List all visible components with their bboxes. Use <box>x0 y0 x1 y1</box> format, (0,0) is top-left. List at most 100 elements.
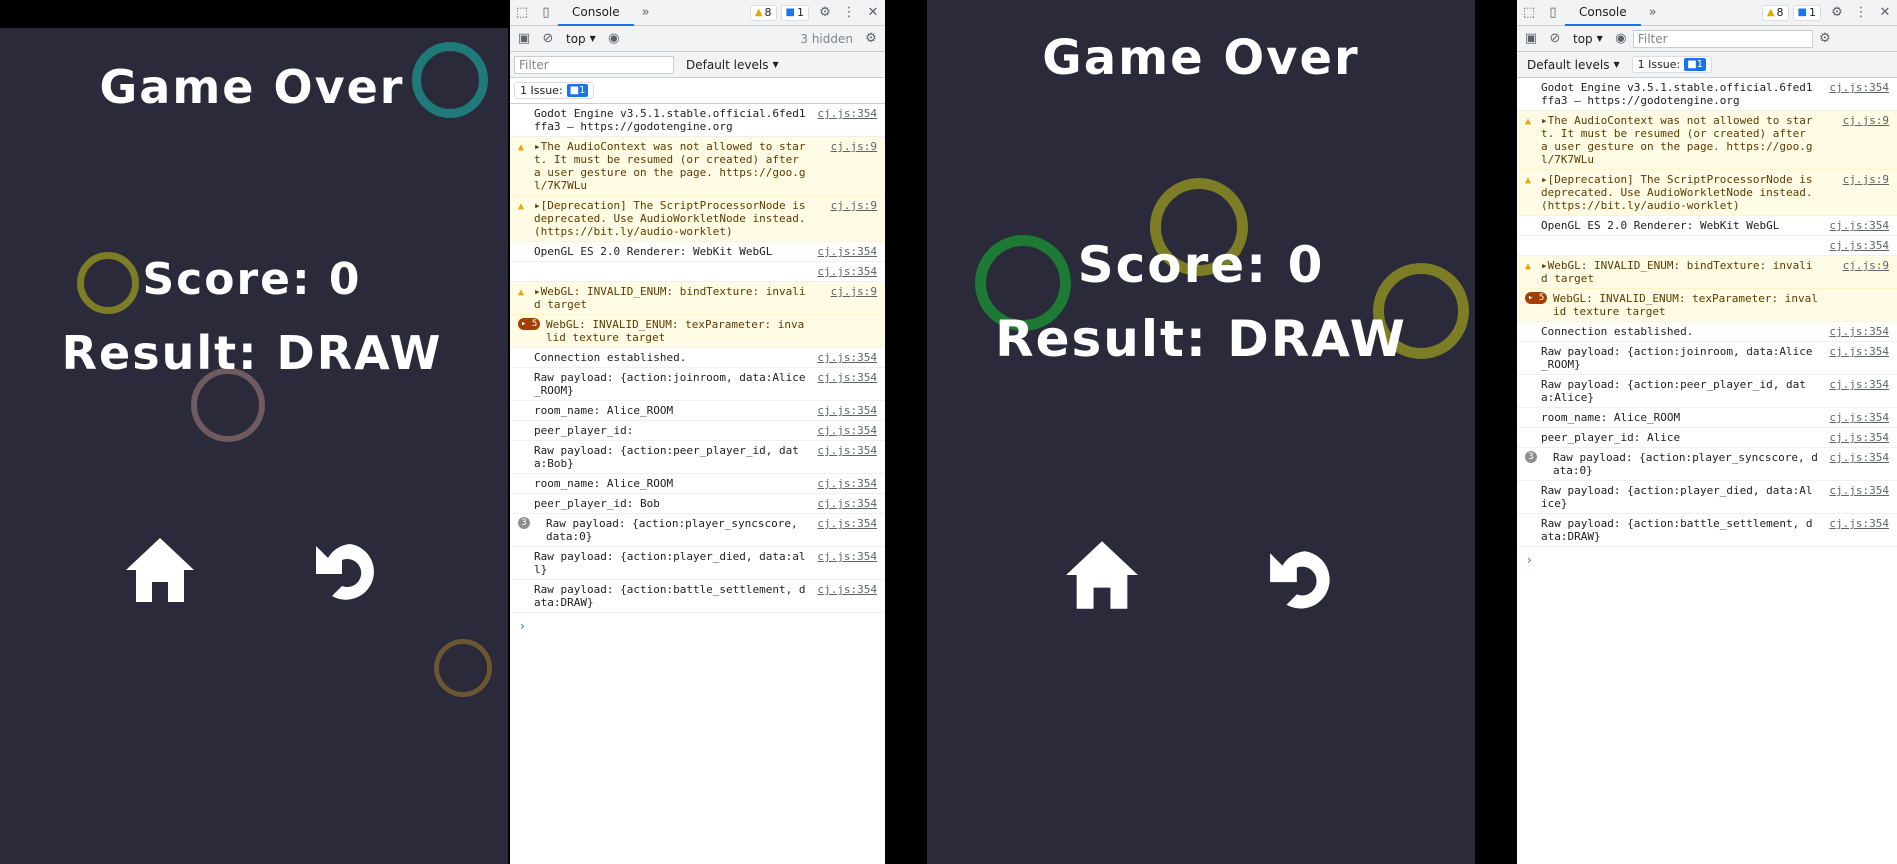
device-toggle-icon[interactable]: ▯ <box>534 1 558 25</box>
console-prompt[interactable]: › <box>1517 547 1897 573</box>
home-button[interactable] <box>124 534 196 606</box>
source-link[interactable]: cj.js:354 <box>1829 239 1889 252</box>
console-warning-row[interactable]: ▲ ▸The AudioContext was not allowed to st… <box>510 137 885 196</box>
warnings-badge[interactable]: ▲ 8 <box>749 4 777 21</box>
source-link[interactable]: cj.js:354 <box>1829 378 1889 391</box>
close-icon[interactable]: ✕ <box>861 1 885 25</box>
source-link[interactable]: cj.js:354 <box>817 444 877 457</box>
console-log-row[interactable]: Raw payload: {action:joinroom, data:Alic… <box>510 368 885 401</box>
source-link[interactable]: cj.js:9 <box>1843 114 1889 127</box>
inspect-icon[interactable]: ⬚ <box>1517 1 1541 25</box>
source-link[interactable]: cj.js:354 <box>1829 219 1889 232</box>
console-warning-row[interactable]: ▲ ▸WebGL: INVALID_ENUM: bindTexture: inva… <box>1517 256 1897 289</box>
messages-badge[interactable]: ■ 1 <box>1792 4 1821 21</box>
messages-badge[interactable]: ■ 1 <box>780 4 809 21</box>
context-select[interactable]: top ▼ <box>560 32 602 46</box>
source-link[interactable]: cj.js:354 <box>817 404 877 417</box>
console-log-row[interactable]: room_name: Alice_ROOM cj.js:354 <box>1517 408 1897 428</box>
source-link[interactable]: cj.js:354 <box>817 371 877 384</box>
issues-badge[interactable]: 1 Issue: ■ 1 <box>1631 56 1713 73</box>
console-log-row[interactable]: Raw payload: {action:player_died, data:A… <box>1517 481 1897 514</box>
source-link[interactable]: cj.js:9 <box>1843 173 1889 186</box>
source-link[interactable]: cj.js:9 <box>1843 259 1889 272</box>
console-warning-row[interactable]: ▲ ▸[Deprecation] The ScriptProcessorNode … <box>1517 170 1897 216</box>
source-link[interactable]: cj.js:354 <box>1829 411 1889 424</box>
source-link[interactable]: cj.js:354 <box>817 424 877 437</box>
source-link[interactable]: cj.js:9 <box>831 140 877 153</box>
console-log-row[interactable]: Connection established. cj.js:354 <box>510 348 885 368</box>
source-link[interactable]: cj.js:354 <box>817 550 877 563</box>
source-link[interactable]: cj.js:354 <box>1829 345 1889 358</box>
inspect-icon[interactable]: ⬚ <box>510 1 534 25</box>
console-log-row[interactable]: room_name: Alice_ROOM cj.js:354 <box>510 474 885 494</box>
sidebar-toggle-icon[interactable]: ▣ <box>1519 27 1543 51</box>
issues-badge[interactable]: 1 Issue: ■ 1 <box>514 82 595 99</box>
console-warning-row[interactable]: ▲ ▸WebGL: INVALID_ENUM: bindTexture: inva… <box>510 282 885 315</box>
levels-select[interactable]: Default levels ▼ <box>680 58 785 72</box>
console-log-row[interactable]: cj.js:354 <box>510 262 885 282</box>
sidebar-toggle-icon[interactable]: ▣ <box>512 27 536 51</box>
source-link[interactable]: cj.js:354 <box>817 351 877 364</box>
context-select[interactable]: top ▼ <box>1567 32 1609 46</box>
console-log-row[interactable]: Raw payload: {action:player_died, data:a… <box>510 547 885 580</box>
source-link[interactable]: cj.js:354 <box>1829 451 1889 464</box>
device-toggle-icon[interactable]: ▯ <box>1541 1 1565 25</box>
game-canvas-right[interactable]: Game Over Score: 0 Result: DRAW <box>927 0 1475 864</box>
console-log-row[interactable]: Godot Engine v3.5.1.stable.official.6fed… <box>1517 78 1897 111</box>
console-warning-row[interactable]: ▲ ▸[Deprecation] The ScriptProcessorNode … <box>510 196 885 242</box>
console-log-row[interactable]: Raw payload: {action:peer_player_id, dat… <box>1517 375 1897 408</box>
console-warning-row[interactable]: ▲ ▸The AudioContext was not allowed to st… <box>1517 111 1897 170</box>
home-button[interactable] <box>1064 537 1140 613</box>
kebab-menu-icon[interactable]: ⋮ <box>837 1 861 25</box>
console-log-row[interactable]: room_name: Alice_ROOM cj.js:354 <box>510 401 885 421</box>
console-log-row[interactable]: Connection established. cj.js:354 <box>1517 322 1897 342</box>
console-log-row[interactable]: OpenGL ES 2.0 Renderer: WebKit WebGL cj.j… <box>510 242 885 262</box>
console-log-row[interactable]: Raw payload: {action:peer_player_id, dat… <box>510 441 885 474</box>
console-log-row[interactable]: 3 Raw payload: {action:player_syncscore, … <box>1517 448 1897 481</box>
source-link[interactable]: cj.js:354 <box>1829 517 1889 530</box>
settings-gear-icon[interactable]: ⚙ <box>1825 1 1849 25</box>
console-log-row[interactable]: OpenGL ES 2.0 Renderer: WebKit WebGL cj.j… <box>1517 216 1897 236</box>
source-link[interactable]: cj.js:9 <box>831 199 877 212</box>
source-link[interactable]: cj.js:354 <box>1829 81 1889 94</box>
source-link[interactable]: cj.js:354 <box>817 107 877 120</box>
source-link[interactable]: cj.js:354 <box>817 517 877 530</box>
console-warning-row[interactable]: ▸ 5 WebGL: INVALID_ENUM: texParameter: in… <box>510 315 885 348</box>
console-settings-icon[interactable]: ⚙ <box>859 27 883 51</box>
source-link[interactable]: cj.js:354 <box>1829 484 1889 497</box>
console-settings-icon[interactable]: ⚙ <box>1813 27 1837 51</box>
kebab-menu-icon[interactable]: ⋮ <box>1849 1 1873 25</box>
source-link[interactable]: cj.js:354 <box>817 583 877 596</box>
source-link[interactable]: cj.js:354 <box>817 245 877 258</box>
tab-console[interactable]: Console <box>558 0 634 26</box>
settings-gear-icon[interactable]: ⚙ <box>813 1 837 25</box>
levels-select[interactable]: Default levels ▼ <box>1521 58 1626 72</box>
console-log-row[interactable]: Godot Engine v3.5.1.stable.official.6fed… <box>510 104 885 137</box>
close-icon[interactable]: ✕ <box>1873 1 1897 25</box>
console-log-row[interactable]: peer_player_id: cj.js:354 <box>510 421 885 441</box>
tab-console[interactable]: Console <box>1565 0 1641 26</box>
clear-console-icon[interactable]: ⊘ <box>536 27 560 51</box>
eye-icon[interactable]: ◉ <box>602 27 626 51</box>
more-tabs-icon[interactable]: » <box>634 1 658 25</box>
console-warning-row[interactable]: ▸ 5 WebGL: INVALID_ENUM: texParameter: in… <box>1517 289 1897 322</box>
console-log-row[interactable]: Raw payload: {action:joinroom, data:Alic… <box>1517 342 1897 375</box>
source-link[interactable]: cj.js:354 <box>817 265 877 278</box>
filter-input[interactable]: Filter <box>1632 29 1813 48</box>
console-log-row[interactable]: Raw payload: {action:battle_settlement, … <box>1517 514 1897 547</box>
source-link[interactable]: cj.js:354 <box>817 497 877 510</box>
console-prompt[interactable]: › <box>510 613 885 639</box>
warnings-badge[interactable]: ▲ 8 <box>1761 4 1789 21</box>
more-tabs-icon[interactable]: » <box>1641 1 1665 25</box>
restart-button[interactable] <box>312 538 384 604</box>
source-link[interactable]: cj.js:354 <box>1829 431 1889 444</box>
clear-console-icon[interactable]: ⊘ <box>1543 27 1567 51</box>
console-log-row[interactable]: peer_player_id: Alice cj.js:354 <box>1517 428 1897 448</box>
console-log-row[interactable]: cj.js:354 <box>1517 236 1897 256</box>
filter-input[interactable]: Filter <box>514 55 674 74</box>
source-link[interactable]: cj.js:9 <box>831 285 877 298</box>
source-link[interactable]: cj.js:354 <box>1829 325 1889 338</box>
restart-button[interactable] <box>1266 545 1340 613</box>
console-log-row[interactable]: 3 Raw payload: {action:player_syncscore, … <box>510 514 885 547</box>
source-link[interactable]: cj.js:354 <box>817 477 877 490</box>
